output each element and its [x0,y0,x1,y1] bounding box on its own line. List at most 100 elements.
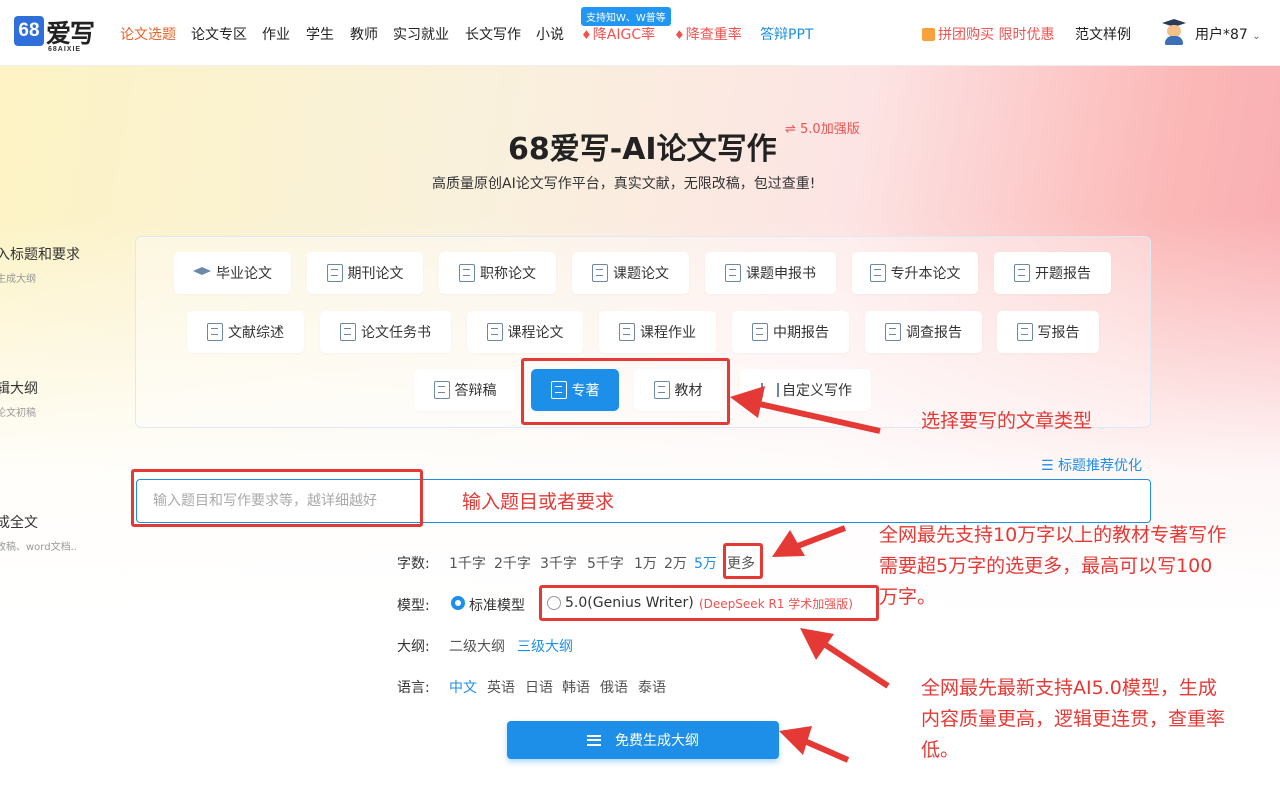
type-label: 职称论文 [480,266,536,282]
nav-item-student[interactable]: 学生 [306,24,334,44]
book-icon [550,381,567,399]
word-option-more[interactable]: 更多 [727,553,755,573]
type-label: 期刊论文 [347,266,404,282]
clipboard-icon [340,323,356,341]
language-option-english[interactable]: 英语 [487,677,515,697]
nav-item-topic-selection[interactable]: 论文选题 [120,24,176,44]
clipboard-icon [752,323,768,341]
nav-item-defense-ppt[interactable]: 答辩PPT [760,24,813,44]
avatar[interactable] [1162,19,1186,45]
type-literature-review[interactable]: 文献综述 [187,311,304,353]
language-option-thai[interactable]: 泰语 [638,677,666,697]
word-option-10k[interactable]: 1万 [634,553,657,573]
version-badge[interactable]: ⇌ 5.0加强版 [785,118,860,137]
type-course-homework[interactable]: 课程作业 [599,311,716,353]
logo-subtitle: 68AIXIE [48,46,82,53]
outline-option-level2[interactable]: 二级大纲 [449,636,505,656]
nav-item-novel[interactable]: 小说 [536,24,564,44]
type-label: 教材 [674,383,703,399]
type-midterm-report[interactable]: 中期报告 [732,311,849,353]
type-label: 课程作业 [640,325,696,341]
nav-item-long-writing[interactable]: 长文写作 [465,24,521,44]
step-3: 成全文 改稿、word文档.. [0,512,77,553]
title-recommend-link[interactable]: ☰ 标题推荐优化 [1041,455,1142,475]
type-assignment-book[interactable]: 论文任务书 [320,311,451,353]
annotation-model-line3: 低。 [921,739,960,761]
type-upgrade-thesis[interactable]: 专升本论文 [852,252,978,294]
step-2-title: 辑大纲 [0,381,38,397]
flame-icon: ♦ [581,28,592,42]
model-label: 模型: [397,598,430,614]
outline-option-level3[interactable]: 三级大纲 [517,636,573,656]
nav-item-teacher[interactable]: 教师 [350,24,378,44]
language-option-chinese[interactable]: 中文 [449,677,477,697]
type-label: 文献综述 [228,325,284,341]
nav-item-paper-zone[interactable]: 论文专区 [191,24,247,44]
type-label: 开题报告 [1035,266,1091,282]
document-icon [725,264,741,282]
nav-item-homework[interactable]: 作业 [262,24,290,44]
type-defense-draft[interactable]: 答辩稿 [414,369,516,411]
report-icon [1014,264,1030,282]
logo-name: 爱写 [46,19,95,48]
checklist-icon [433,381,450,399]
type-course-paper[interactable]: 课程论文 [467,311,583,353]
site-logo[interactable]: 68 爱写 68AIXIE [14,13,96,53]
report-icon [885,323,901,341]
type-write-report[interactable]: 写报告 [997,311,1099,353]
shield-icon [459,264,475,282]
user-menu[interactable]: 用户*87 ⌄ [1195,24,1261,44]
type-custom-writing[interactable]: 自定义写作 [740,369,871,411]
type-label: 课程论文 [507,325,564,341]
flame-icon: ♦ [674,28,685,42]
type-research-paper[interactable]: 课题论文 [572,252,689,294]
word-option-3k[interactable]: 3千字 [540,553,577,573]
language-label: 语言: [397,680,430,696]
topic-input[interactable] [136,479,1151,523]
model-genius-radio[interactable] [547,596,561,610]
step-1: 入标题和要求 生成大纲 [0,244,80,285]
generate-outline-label: 免费生成大纲 [615,733,699,749]
step-2-desc: 论文初稿 [0,408,36,419]
type-project-proposal[interactable]: 课题申报书 [705,252,836,294]
word-option-20k[interactable]: 2万 [664,553,687,573]
type-survey-report[interactable]: 调查报告 [865,311,982,353]
type-label: 调查报告 [906,325,962,341]
documents-icon [486,323,503,341]
nav-item-reduce-aigc[interactable]: ♦降AIGC率 [581,24,655,44]
type-label: 课题申报书 [746,266,816,282]
word-option-50k[interactable]: 5万 [694,553,717,573]
generate-outline-button[interactable]: 免费生成大纲 [507,721,779,759]
type-textbook[interactable]: 教材 [634,369,722,411]
word-option-5k[interactable]: 5千字 [587,553,624,573]
type-opening-report[interactable]: 开题报告 [994,252,1111,294]
step-3-title: 成全文 [0,515,38,531]
language-option-japanese[interactable]: 日语 [525,677,553,697]
type-journal-paper[interactable]: 期刊论文 [307,252,423,294]
word-option-1k[interactable]: 1千字 [449,553,486,573]
annotation-more-words-line3: 万字。 [879,586,937,608]
nav-item-internship[interactable]: 实习就业 [393,24,449,44]
model-standard-label[interactable]: 标准模型 [469,595,525,615]
step-1-title: 入标题和要求 [0,247,80,263]
username: 用户*87 [1195,27,1248,43]
word-option-2k[interactable]: 2千字 [494,553,531,573]
group-buy-promo-label: 拼团购买 限时优惠 [938,27,1055,43]
language-option-korean[interactable]: 韩语 [562,677,590,697]
annotation-model: 全网最先最新支持AI5.0模型，生成 内容质量更高，逻辑更连贯，查重率 低。 [921,673,1225,766]
type-label: 专著 [571,383,600,399]
word-count-label: 字数: [397,556,430,572]
documents-icon [207,323,223,341]
nav-item-reduce-duplicate[interactable]: ♦降查重率 [674,24,742,44]
model-standard-radio[interactable] [451,596,465,610]
group-buy-promo[interactable]: 拼团购买 限时优惠 [922,24,1054,44]
sample-essays-link[interactable]: 范文样例 [1075,24,1131,44]
document-search-icon [1016,323,1033,341]
type-professional-title-paper[interactable]: 职称论文 [439,252,556,294]
model-genius-label[interactable]: 5.0(Genius Writer) [565,595,694,611]
language-option-russian[interactable]: 俄语 [600,677,628,697]
type-monograph[interactable]: 专著 [531,369,619,411]
type-label: 毕业论文 [216,266,272,282]
type-label: 论文任务书 [361,325,431,341]
type-graduation-thesis[interactable]: 毕业论文 [174,252,291,294]
